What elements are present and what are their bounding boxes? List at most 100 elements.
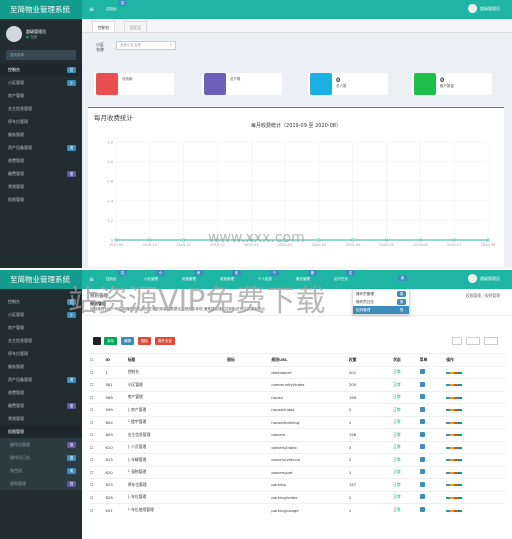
sidebar-item-0[interactable]: 控制台 控 <box>0 295 82 308</box>
data-point[interactable] <box>351 238 355 242</box>
header-right-badge[interactable]: 客 <box>398 275 407 281</box>
row-menu-toggle[interactable] <box>419 415 447 429</box>
row-menu-toggle[interactable] <box>419 390 447 404</box>
sidebar-item-0[interactable]: 控制台 控 <box>0 63 82 76</box>
operation-buttons-icon[interactable] <box>446 484 463 487</box>
sidebar-item-9[interactable]: 常规管理 <box>0 412 82 425</box>
sidebar-item-14[interactable]: 规则管理 规 <box>0 477 82 490</box>
operation-buttons-icon[interactable] <box>446 396 463 399</box>
sidebar-item-11[interactable]: 操作员管理 操 <box>0 438 82 451</box>
toolbar-button-1[interactable]: 编辑 <box>121 337 134 345</box>
data-point[interactable] <box>182 238 186 242</box>
menu-toggle-icon[interactable] <box>419 456 425 462</box>
sidebar-item-10[interactable]: 权限管理 <box>0 193 82 206</box>
view-list-icon[interactable] <box>452 337 462 345</box>
sidebar-item-3[interactable]: 业主信息管理 <box>0 334 82 347</box>
menu-toggle-icon[interactable] <box>419 431 425 437</box>
sidebar-item-13[interactable]: 角色组 角 <box>0 464 82 477</box>
column-header-5[interactable]: 状态 <box>393 353 420 366</box>
data-point[interactable] <box>317 238 321 242</box>
sidebar-item-8[interactable]: 缴费管理 缴 <box>0 399 82 412</box>
row-checkbox[interactable]: ☐ <box>90 503 106 516</box>
row-checkbox[interactable]: ☐ <box>90 440 106 454</box>
column-header-1[interactable]: 标题 <box>127 353 228 366</box>
sidebar-item-2[interactable]: 房产管理 <box>0 89 82 102</box>
sidebar-item-10[interactable]: 权限管理 <box>0 425 82 438</box>
sidebar-item-12[interactable]: 操作员日志 操 <box>0 451 82 464</box>
row-menu-toggle[interactable] <box>419 365 447 379</box>
menu-toggle-icon[interactable] <box>419 444 425 450</box>
row-operations[interactable] <box>446 478 506 491</box>
row-operations[interactable] <box>446 440 506 454</box>
sidebar-item-6[interactable]: 资产设备管理 资 <box>0 141 82 154</box>
top-user-menu[interactable]: 超级管理员 <box>468 274 500 283</box>
export-icon[interactable] <box>484 337 498 345</box>
data-point[interactable] <box>452 238 456 242</box>
data-point[interactable] <box>114 238 118 242</box>
row-operations[interactable] <box>446 378 506 391</box>
operation-buttons-icon[interactable] <box>446 421 463 424</box>
row-menu-toggle[interactable] <box>419 378 447 391</box>
row-menu-toggle[interactable] <box>419 403 447 416</box>
menu-toggle-icon[interactable]: ≡ <box>89 276 94 283</box>
row-checkbox[interactable]: ☐ <box>90 428 106 441</box>
row-operations[interactable] <box>446 415 506 429</box>
app-title[interactable]: 至简物业管理系统 <box>0 270 82 289</box>
row-operations[interactable] <box>446 490 506 504</box>
sidebar-item-2[interactable]: 房产管理 <box>0 321 82 334</box>
row-checkbox[interactable]: ☐ <box>90 453 106 466</box>
row-checkbox[interactable]: ☐ <box>90 378 106 391</box>
menu-toggle-icon[interactable] <box>419 507 425 512</box>
operation-buttons-icon[interactable] <box>446 446 463 449</box>
row-menu-toggle[interactable] <box>419 490 447 504</box>
sidebar-item-4[interactable]: 停车位管理 <box>0 347 82 360</box>
row-checkbox[interactable]: ☐ <box>90 390 106 404</box>
top-user-menu[interactable]: 超级管理员 <box>468 4 500 13</box>
menu-toggle-icon[interactable] <box>419 494 425 500</box>
dropdown-item-2[interactable]: 规则管理 规 <box>353 306 409 314</box>
column-header-3[interactable]: 规则URL <box>271 353 349 366</box>
operation-buttons-icon[interactable] <box>446 409 463 412</box>
sidebar-item-5[interactable]: 服务管理 <box>0 360 82 373</box>
sidebar-search-input[interactable]: 搜索菜单 <box>6 50 76 60</box>
data-point[interactable] <box>215 238 219 242</box>
row-menu-toggle[interactable] <box>419 465 447 479</box>
row-checkbox[interactable]: ☐ <box>90 415 106 429</box>
row-operations[interactable] <box>446 503 506 516</box>
row-operations[interactable] <box>446 403 506 416</box>
row-checkbox[interactable]: ☐ <box>90 490 106 504</box>
dropdown-item-0[interactable]: 操作员管理 操 <box>353 290 409 298</box>
sidebar-item-9[interactable]: 常规管理 <box>0 180 82 193</box>
row-operations[interactable] <box>446 465 506 479</box>
row-operations[interactable] <box>446 428 506 441</box>
menu-toggle-icon[interactable] <box>419 394 425 400</box>
sidebar-item-6[interactable]: 资产设备管理 资 <box>0 373 82 386</box>
header-nav-item-2[interactable]: 房屋管理 <box>176 275 202 284</box>
operation-buttons-icon[interactable] <box>446 371 463 374</box>
tab-dashboard[interactable]: 控制台 <box>92 21 116 32</box>
row-menu-toggle[interactable] <box>419 428 447 441</box>
data-point[interactable] <box>283 238 287 242</box>
toolbar-button-2[interactable]: 删除 <box>138 337 151 345</box>
row-operations[interactable] <box>446 365 506 379</box>
header-tab-dashboard[interactable]: 控制台 <box>100 5 123 14</box>
row-checkbox[interactable]: ☐ <box>90 478 106 491</box>
community-select[interactable]: 全部小区名称 ▾ <box>116 41 176 50</box>
sidebar-item-1[interactable]: 小区管理 小 <box>0 308 82 321</box>
toolbar-button-0[interactable]: 添加 <box>104 337 117 345</box>
operation-buttons-icon[interactable] <box>446 471 463 474</box>
column-header-7[interactable]: 操作 <box>446 353 506 366</box>
row-checkbox[interactable]: ☐ <box>90 465 106 479</box>
breadcrumb-item[interactable]: 权限管理 <box>466 293 481 298</box>
row-checkbox[interactable]: ☐ <box>90 365 106 379</box>
header-nav-item-6[interactable]: 定时任务 <box>328 275 354 284</box>
sidebar-item-3[interactable]: 业主信息管理 <box>0 102 82 115</box>
row-menu-toggle[interactable] <box>419 503 447 516</box>
columns-toggle-icon[interactable] <box>466 337 480 345</box>
data-point[interactable] <box>385 238 389 242</box>
data-point[interactable] <box>249 238 253 242</box>
row-checkbox[interactable]: ☐ <box>90 403 106 416</box>
tab-fixed[interactable]: 固定区 <box>124 21 148 32</box>
sidebar-item-8[interactable]: 缴费管理 缴 <box>0 167 82 180</box>
row-menu-toggle[interactable] <box>419 453 447 466</box>
